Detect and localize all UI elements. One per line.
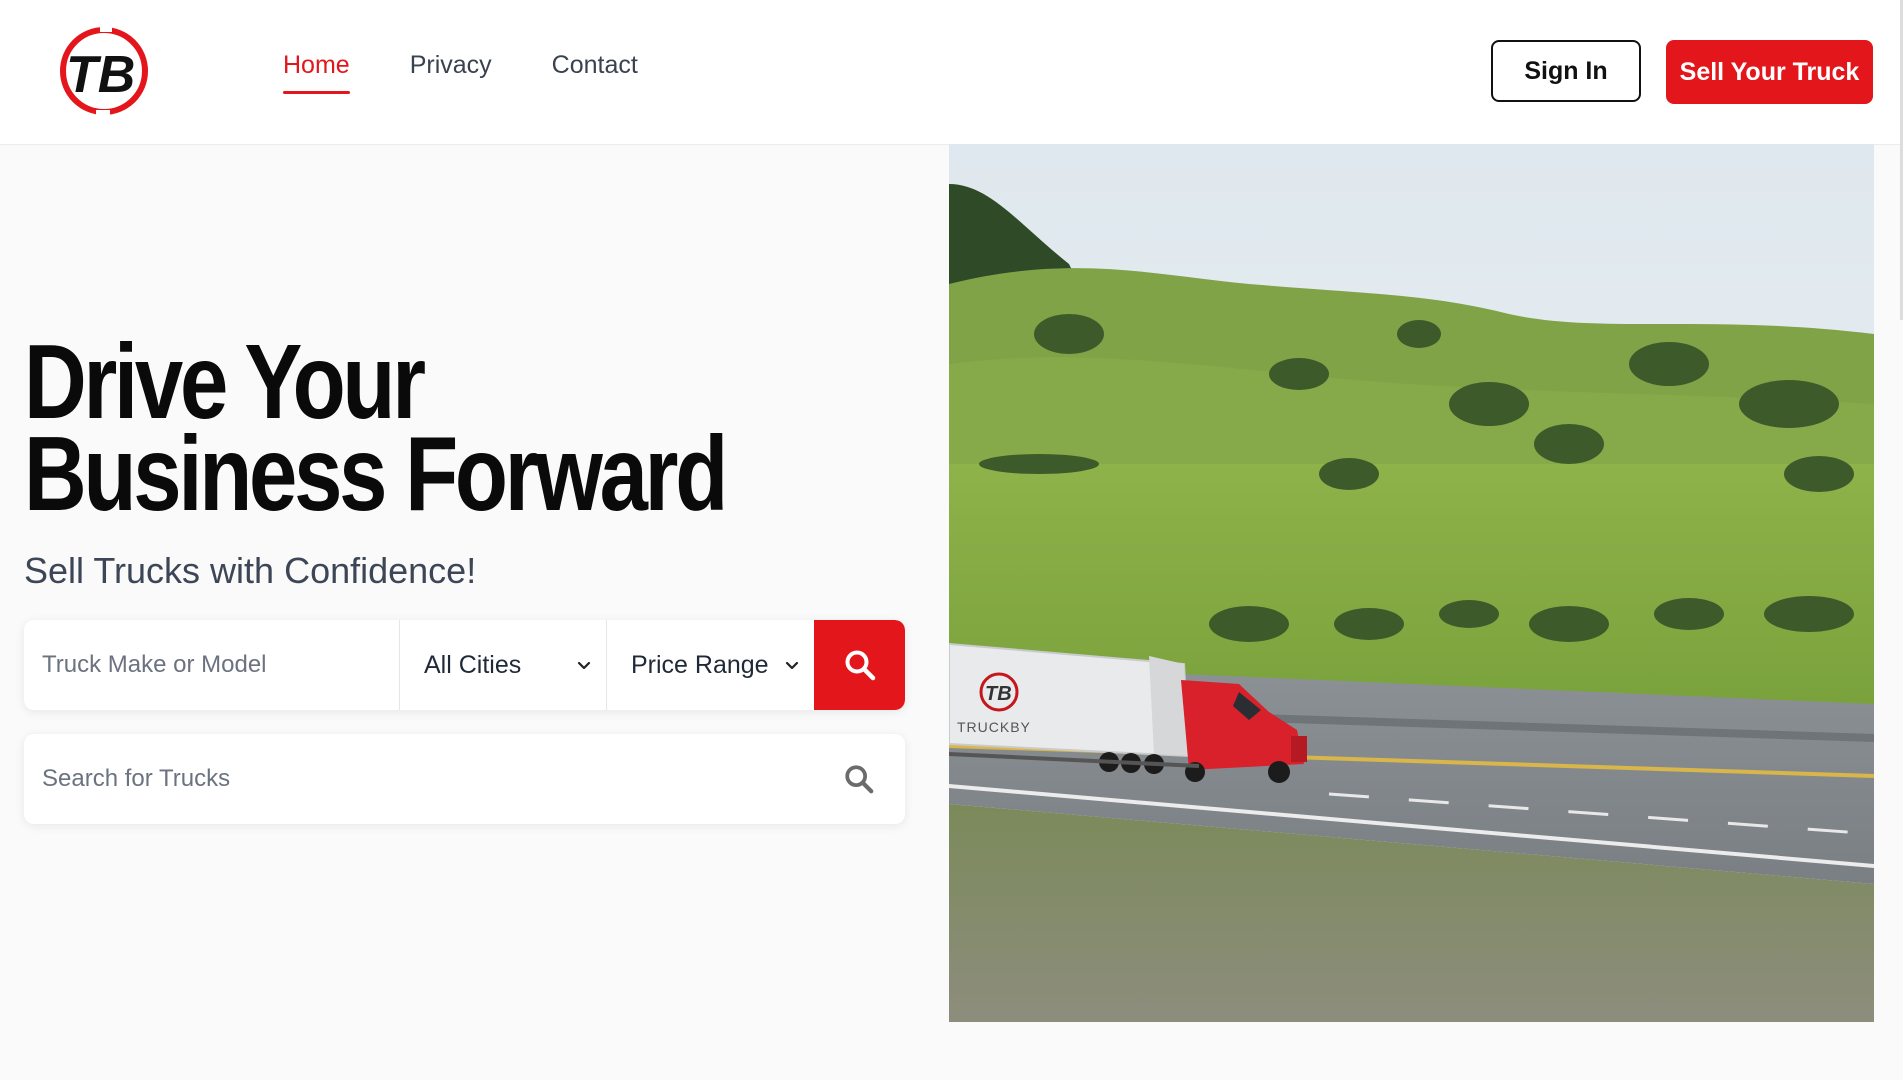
hero-title-line-2: Business Forward: [24, 415, 728, 533]
nav-home[interactable]: Home: [283, 50, 350, 94]
search-icon[interactable]: [843, 763, 875, 795]
hero-subtitle: Sell Trucks with Confidence!: [24, 550, 477, 591]
chevron-down-icon: [785, 661, 799, 670]
trailer-logo-letters: TB: [985, 683, 1012, 705]
city-select[interactable]: All Cities: [400, 620, 607, 710]
trailer-wordmark: TRUCKBY: [957, 719, 1031, 735]
nav-contact[interactable]: Contact: [552, 50, 638, 94]
chevron-down-icon: [577, 661, 591, 670]
search-trucks-input[interactable]: [24, 765, 843, 793]
city-select-value: All Cities: [424, 650, 522, 679]
sign-in-button[interactable]: Sign In: [1491, 40, 1641, 102]
truck-filter-bar: All Cities Price Range: [24, 620, 905, 710]
price-range-select-value: Price Range: [631, 650, 769, 679]
make-model-input[interactable]: [24, 620, 400, 710]
hero-truck-image: TB TRUCKBY: [949, 144, 1874, 1022]
nav-privacy[interactable]: Privacy: [410, 50, 492, 94]
site-header: TB Home Privacy Contact Sign In Sell You…: [0, 0, 1903, 145]
filter-search-button[interactable]: [814, 620, 905, 710]
price-range-select[interactable]: Price Range: [607, 620, 814, 710]
truckby-logo[interactable]: TB: [56, 24, 162, 118]
highway-landscape-illustration: TB TRUCKBY: [949, 144, 1874, 1022]
logo-letters: TB: [66, 46, 135, 104]
hero-title: Drive Your Business Forward: [24, 329, 728, 533]
truck-search-box: [24, 734, 905, 824]
search-icon: [845, 650, 875, 681]
sell-your-truck-button[interactable]: Sell Your Truck: [1666, 40, 1873, 104]
main-nav: Home Privacy Contact: [283, 50, 638, 94]
